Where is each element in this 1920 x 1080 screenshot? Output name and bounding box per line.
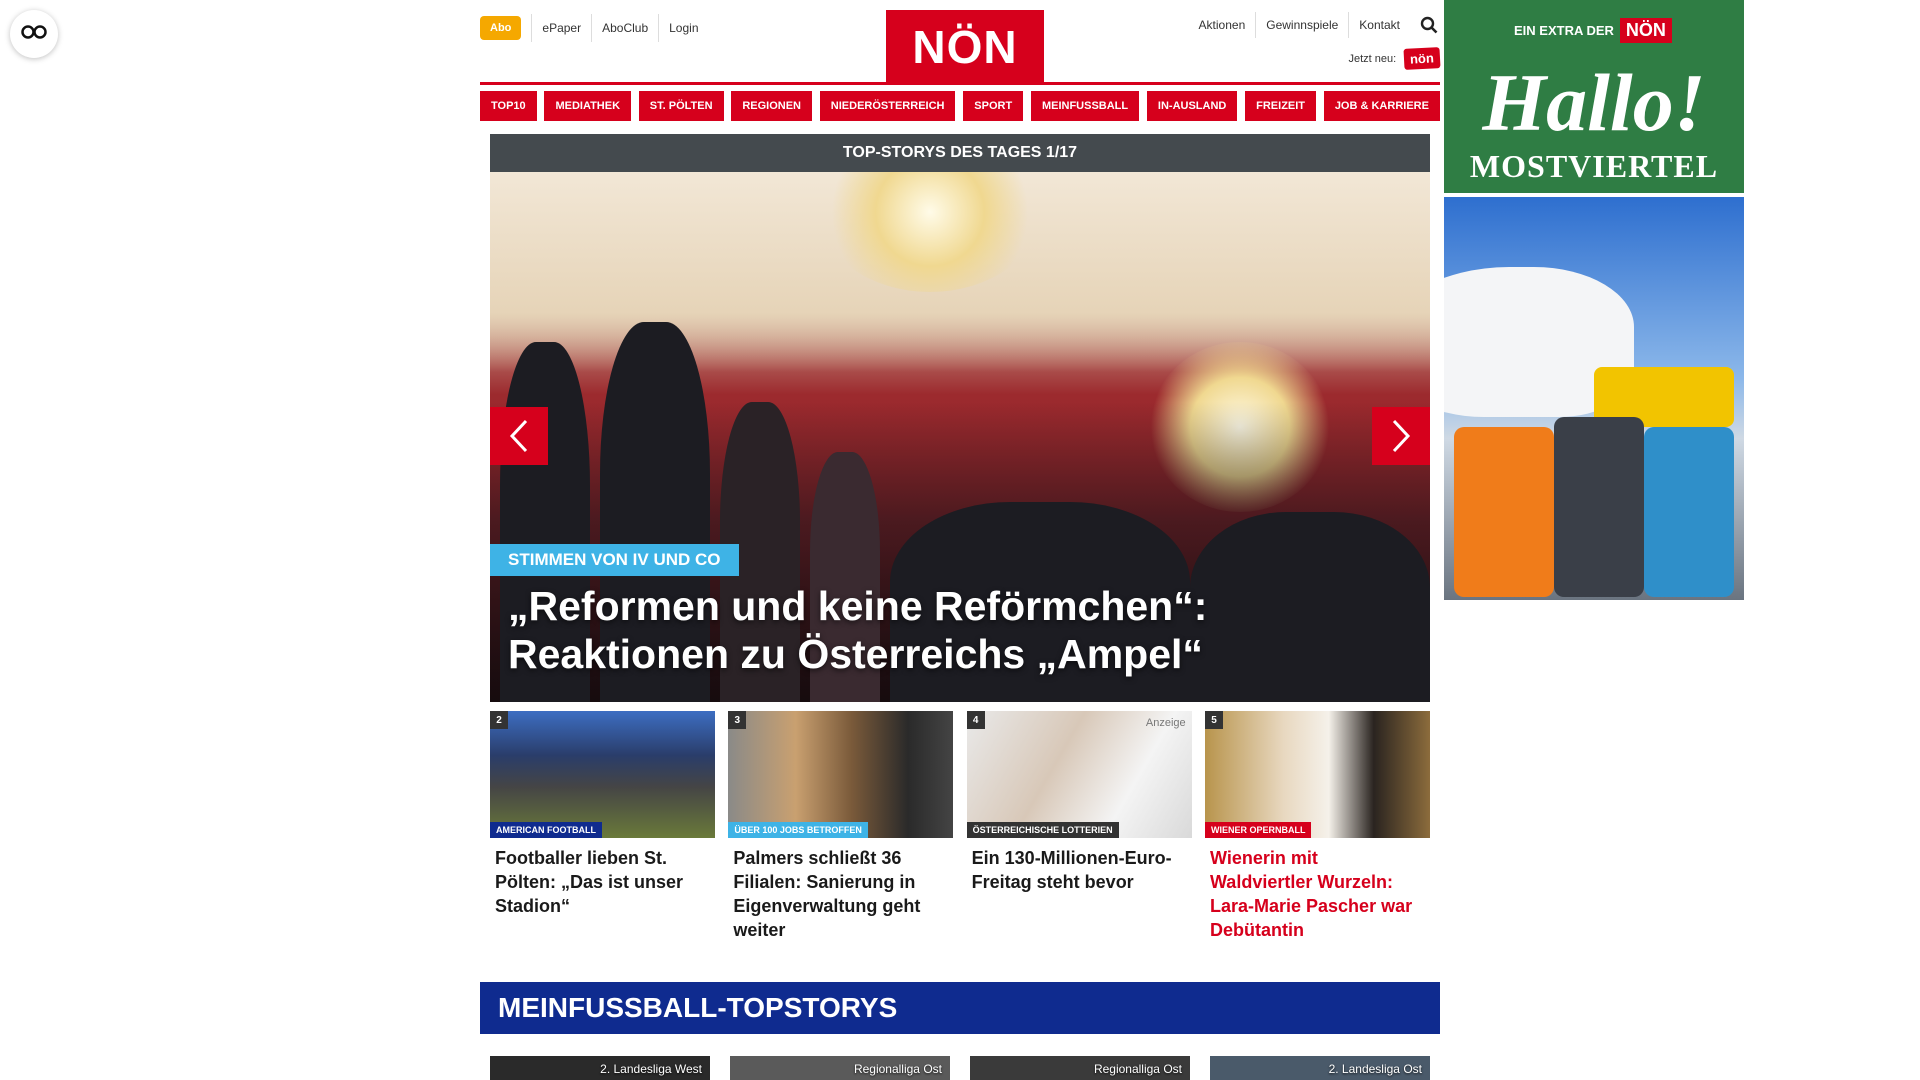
- ad-label: Anzeige: [1145, 717, 1186, 729]
- teaser-image[interactable]: 3 ÜBER 100 JOBS BETROFFEN: [728, 711, 954, 838]
- league-label: 2. Landesliga Ost: [1328, 1062, 1422, 1076]
- ad-photo: [1444, 197, 1744, 600]
- nav-item-freizeit[interactable]: FREIZEIT: [1245, 91, 1317, 121]
- teaser-image[interactable]: 4 Anzeige ÖSTERREICHISCHE LOTTERIEN: [966, 711, 1192, 838]
- jetzt-neu-label: Jetzt neu:: [1348, 52, 1397, 65]
- teaser-number: 4: [966, 711, 985, 729]
- teaser-title[interactable]: Footballer lieben St. Pölten: „Das ist u…: [490, 838, 715, 918]
- suitcase-shape: [1454, 427, 1554, 597]
- league-label: Regionalliga Ost: [853, 1062, 942, 1076]
- jetzt-neu-badge[interactable]: nön: [1403, 47, 1441, 70]
- abo-button[interactable]: Abo: [480, 16, 522, 40]
- slider-prev-button[interactable]: [490, 407, 548, 465]
- meinfussball-section-title[interactable]: MEINFUSSBALL-TOPSTORYS: [480, 982, 1440, 1034]
- nav-item-in-ausland[interactable]: IN-AUSLAND: [1146, 91, 1238, 121]
- nav-item-meinfussball[interactable]: MEINFUSSBALL: [1030, 91, 1140, 121]
- teaser-kicker: ÖSTERREICHISCHE LOTTERIEN: [966, 822, 1119, 838]
- nav-item-job-karriere[interactable]: JOB & KARRIERE: [1323, 91, 1440, 121]
- teaser-number: 3: [728, 711, 747, 729]
- ad-extra-label: EIN EXTRA DER: [1514, 23, 1614, 38]
- meinfussball-cards: 2. Landesliga West Regionalliga Ost Regi…: [490, 1056, 1430, 1080]
- teaser-card[interactable]: 3 ÜBER 100 JOBS BETROFFEN Palmers schlie…: [728, 711, 954, 942]
- slider-headline[interactable]: „Reformen und keine Reförmchen“: Reaktio…: [508, 582, 1408, 678]
- nav-item-mediathek[interactable]: MEDIATHEK: [544, 91, 632, 121]
- accessibility-button[interactable]: [10, 10, 58, 58]
- top-stories-slider: TOP-STORYS DES TAGES 1/17 STIMMEN VON IV…: [490, 134, 1430, 702]
- nav-item-niederoesterreich[interactable]: NIEDERÖSTERREICH: [819, 91, 956, 121]
- header-divider: [480, 82, 1440, 85]
- teaser-kicker: ÜBER 100 JOBS BETROFFEN: [728, 822, 868, 838]
- jetzt-neu: Jetzt neu: nön: [1348, 47, 1441, 70]
- teaser-list: 2 AMERICAN FOOTBALL Footballer lieben St…: [490, 711, 1430, 942]
- top-left-links: Abo ePaper AboClub Login: [480, 14, 709, 42]
- site-logo[interactable]: NÖN: [886, 10, 1044, 84]
- advertisement-banner[interactable]: EIN EXTRA DER NÖN Hallo! MOSTVIERTEL: [1444, 0, 1744, 600]
- ad-hallo-title: Hallo!: [1482, 57, 1706, 148]
- epaper-link[interactable]: ePaper: [531, 14, 591, 42]
- teaser-number: 2: [490, 711, 508, 729]
- site-header: Abo ePaper AboClub Login NÖN Aktionen Ge…: [480, 0, 1441, 88]
- page-container: Abo ePaper AboClub Login NÖN Aktionen Ge…: [480, 0, 1441, 1080]
- nav-item-st-poelten[interactable]: ST. PÖLTEN: [638, 91, 724, 121]
- slider-next-button[interactable]: [1372, 407, 1430, 465]
- suitcase-shape: [1554, 417, 1644, 597]
- teaser-card[interactable]: 4 Anzeige ÖSTERREICHISCHE LOTTERIEN Ein …: [966, 711, 1192, 942]
- chevron-left-icon: [509, 419, 528, 453]
- chevron-right-icon: [1392, 419, 1411, 453]
- glasses-icon: [21, 24, 47, 45]
- ad-header: EIN EXTRA DER NÖN Hallo! MOSTVIERTEL: [1444, 0, 1744, 193]
- nav-item-top10[interactable]: TOP10: [480, 91, 537, 121]
- teaser-card[interactable]: 5 WIENER OPERNBALL Wienerin mit Waldvier…: [1204, 711, 1430, 942]
- nav-item-regionen[interactable]: REGIONEN: [731, 91, 813, 121]
- ad-extra-line: EIN EXTRA DER NÖN: [1514, 18, 1672, 43]
- aktionen-link[interactable]: Aktionen: [1189, 12, 1256, 38]
- slider-kicker[interactable]: STIMMEN VON IV UND CO: [490, 544, 739, 576]
- league-label: Regionalliga Ost: [1093, 1062, 1182, 1076]
- teaser-title[interactable]: Ein 130-Millionen-Euro-Freitag steht bev…: [967, 838, 1192, 894]
- teaser-title[interactable]: Palmers schließt 36 Filialen: Sanierung …: [728, 838, 953, 942]
- aboclub-link[interactable]: AboClub: [591, 14, 658, 42]
- nav-item-sport[interactable]: SPORT: [963, 91, 1024, 121]
- gewinnspiele-link[interactable]: Gewinnspiele: [1255, 12, 1348, 38]
- teaser-number: 5: [1204, 711, 1223, 729]
- meinfussball-card[interactable]: Regionalliga Ost: [730, 1056, 950, 1080]
- teaser-title[interactable]: Wienerin mit Waldviertler Wurzeln: Lara-…: [1205, 838, 1430, 942]
- teaser-image[interactable]: 2 AMERICAN FOOTBALL: [490, 711, 715, 838]
- league-label: 2. Landesliga West: [600, 1062, 702, 1076]
- suitcase-shape: [1644, 427, 1734, 597]
- kontakt-link[interactable]: Kontakt: [1348, 12, 1410, 38]
- meinfussball-card[interactable]: Regionalliga Ost: [970, 1056, 1190, 1080]
- meinfussball-card[interactable]: 2. Landesliga Ost: [1210, 1056, 1430, 1080]
- ad-region-title: MOSTVIERTEL: [1469, 148, 1719, 184]
- main-nav: TOP10 MEDIATHEK ST. PÖLTEN REGIONEN NIED…: [480, 91, 1440, 121]
- teaser-kicker: AMERICAN FOOTBALL: [490, 822, 602, 838]
- meinfussball-card[interactable]: 2. Landesliga West: [490, 1056, 710, 1080]
- login-link[interactable]: Login: [658, 14, 708, 42]
- slider-heading: TOP-STORYS DES TAGES 1/17: [490, 134, 1430, 172]
- top-right-links: Aktionen Gewinnspiele Kontakt: [1189, 12, 1440, 38]
- teaser-kicker: WIENER OPERNBALL: [1204, 822, 1312, 838]
- ad-noen-logo: NÖN: [1619, 18, 1672, 43]
- search-icon[interactable]: [1418, 14, 1440, 36]
- teaser-card[interactable]: 2 AMERICAN FOOTBALL Footballer lieben St…: [490, 711, 715, 942]
- teaser-image[interactable]: 5 WIENER OPERNBALL: [1204, 711, 1430, 838]
- slider-image[interactable]: STIMMEN VON IV UND CO „Reformen und kein…: [490, 172, 1430, 702]
